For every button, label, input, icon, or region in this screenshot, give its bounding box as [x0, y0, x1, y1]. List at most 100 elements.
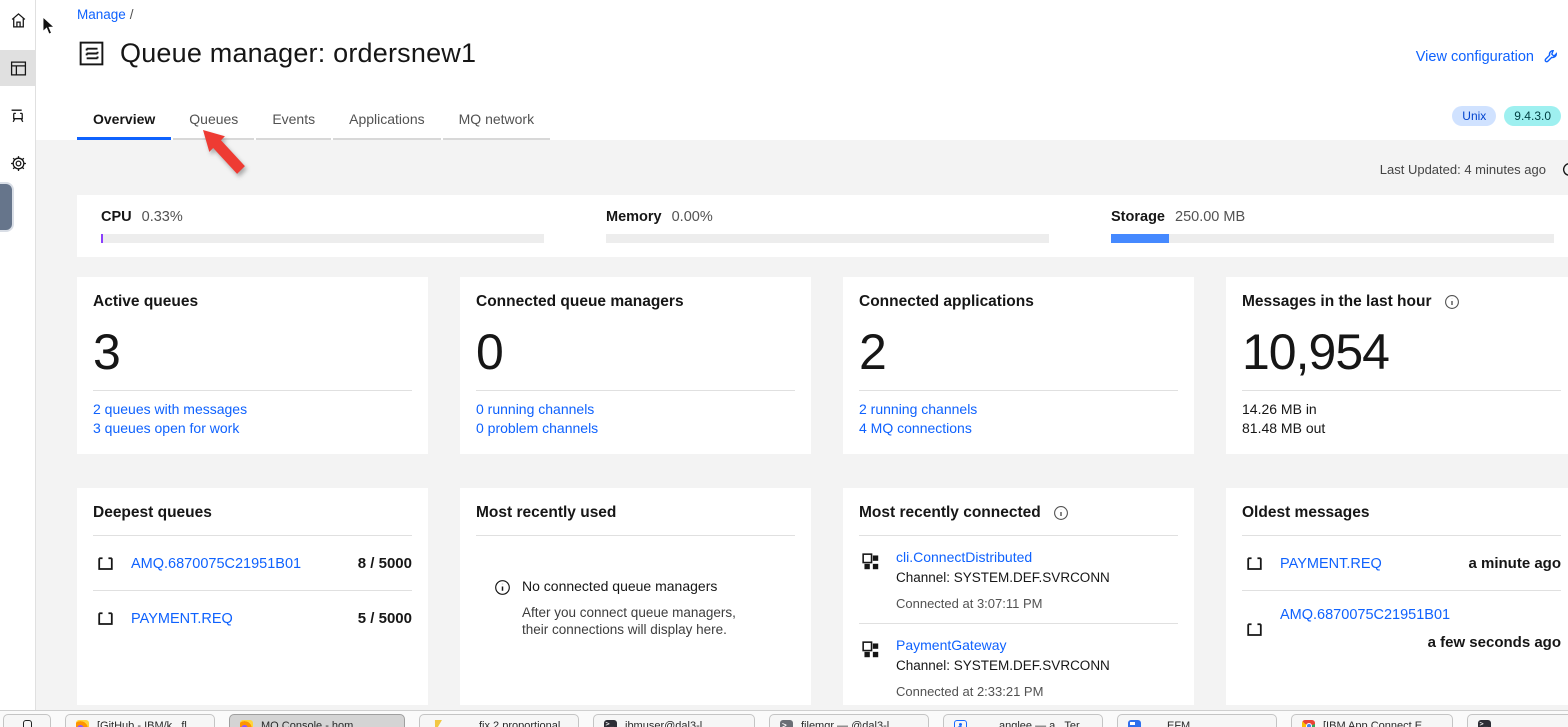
- refresh-icon[interactable]: [1561, 161, 1568, 178]
- os-taskbar: [GitHub - IBM/k...fl... MQ Console - hom…: [0, 710, 1568, 727]
- connected-app-entry: cli.ConnectDistributed Channel: SYSTEM.D…: [859, 536, 1178, 624]
- home-icon[interactable]: [0, 2, 36, 38]
- taskbar-window-mq-console[interactable]: MQ Console - hom...: [229, 714, 405, 727]
- page-header: Manage/ Queue manager: ordersnew1 View c…: [36, 0, 1568, 140]
- connected-at-text: Connected at 3:07:11 PM: [896, 596, 1110, 611]
- empty-state-body: After you connect queue managers, their …: [522, 604, 747, 638]
- terminal-icon: [1478, 720, 1491, 727]
- queue-depth: 5 / 5000: [358, 610, 412, 627]
- terminal-icon: [604, 720, 617, 727]
- message-age: a few seconds ago: [1265, 634, 1561, 651]
- settings-icon[interactable]: [0, 145, 36, 181]
- efm-icon: [1128, 720, 1141, 727]
- mq-connections-link[interactable]: 4 MQ connections: [859, 419, 1178, 438]
- message-age: a minute ago: [1468, 555, 1561, 572]
- card-title: Connected queue managers: [476, 293, 795, 311]
- card-messages-last-hour: Messages in the last hour 10,954 14.26 M…: [1226, 277, 1568, 454]
- channel-text: Channel: SYSTEM.DEF.SVRCONN: [896, 570, 1110, 585]
- mouse-cursor: [42, 16, 56, 36]
- queue-manager-title-icon: [77, 39, 106, 68]
- oldest-message-row: PAYMENT.REQ a minute ago: [1242, 536, 1561, 591]
- queue-link[interactable]: AMQ.6870075C21951B01: [1280, 607, 1561, 623]
- dashboard-icon[interactable]: [0, 50, 36, 86]
- mb-out-stat: 81.48 MB out: [1242, 419, 1561, 438]
- taskbar-window-efm[interactable]: EFM...: [1117, 714, 1277, 727]
- metric-storage: Storage250.00 MB: [1111, 209, 1568, 243]
- taskbar-window-app-connect[interactable]: [IBM App Connect E...: [1291, 714, 1453, 727]
- firefox-icon: [76, 720, 89, 727]
- info-icon[interactable]: [1053, 505, 1069, 521]
- oldest-message-row: AMQ.6870075C21951B01 a few seconds ago: [1242, 591, 1561, 666]
- person-icon: [954, 720, 967, 727]
- card-title: Connected applications: [859, 293, 1178, 311]
- info-icon: [494, 579, 511, 596]
- queues-with-messages-link[interactable]: 2 queues with messages: [93, 400, 412, 419]
- connected-app-entry: PaymentGateway Channel: SYSTEM.DEF.SVRCO…: [859, 624, 1178, 705]
- chrome-icon: [1302, 720, 1315, 727]
- platform-tag: Unix: [1452, 106, 1496, 126]
- card-title: Deepest queues: [93, 504, 412, 522]
- card-title: Messages in the last hour: [1242, 293, 1432, 311]
- taskbar-window-terminal-2[interactable]: [1467, 714, 1568, 727]
- metric-cpu: CPU0.33%: [101, 209, 558, 243]
- page-title: Queue manager: ordersnew1: [120, 38, 476, 69]
- taskbar-window-anglee-terminal[interactable]: anglee — a...Ter...: [943, 714, 1103, 727]
- phone-icon: [23, 720, 32, 727]
- queues-open-for-work-link[interactable]: 3 queues open for work: [93, 419, 412, 438]
- view-configuration-label[interactable]: View configuration: [1416, 49, 1534, 65]
- taskbar-window-terminal-1[interactable]: ibmuser@dal3-l...: [593, 714, 755, 727]
- app-running-channels-link[interactable]: 2 running channels: [859, 400, 1178, 419]
- active-queues-count: 3: [93, 323, 412, 381]
- queue-link[interactable]: AMQ.6870075C21951B01: [131, 556, 301, 572]
- queue-icon: [1244, 618, 1265, 641]
- metric-label: CPU: [101, 209, 132, 225]
- deepest-queue-row: AMQ.6870075C21951B01 8 / 5000: [93, 536, 412, 591]
- taskbar-show-desktop-button[interactable]: [3, 714, 51, 727]
- queue-manager-icon[interactable]: [0, 97, 36, 133]
- tab-overview[interactable]: Overview: [77, 100, 171, 140]
- left-nav-rail: [0, 0, 36, 727]
- metric-value: 250.00 MB: [1175, 209, 1245, 225]
- tab-mq-network[interactable]: MQ network: [443, 100, 550, 140]
- application-icon: [860, 639, 881, 660]
- queue-icon: [95, 552, 116, 575]
- version-tag: 9.4.3.0: [1504, 106, 1561, 126]
- card-most-recently-used: Most recently used No connected queue ma…: [460, 488, 811, 705]
- application-link[interactable]: cli.ConnectDistributed: [896, 549, 1032, 565]
- breadcrumb-manage-link[interactable]: Manage: [77, 7, 126, 22]
- card-title: Active queues: [93, 293, 412, 311]
- card-oldest-messages: Oldest messages PAYMENT.REQ a minute ago…: [1226, 488, 1568, 705]
- taskbar-window-github[interactable]: [GitHub - IBM/k...fl...: [65, 714, 215, 727]
- card-connected-queue-managers: Connected queue managers 0 0 running cha…: [460, 277, 811, 454]
- taskbar-window-filemgr[interactable]: filemgr — @dal3-l...: [769, 714, 929, 727]
- card-title: Most recently connected: [859, 504, 1041, 522]
- floating-panel-edge: [0, 182, 14, 232]
- taskbar-window-editor[interactable]: fix 2 proportional...: [419, 714, 579, 727]
- application-icon: [860, 551, 881, 572]
- memory-progress-bar: [606, 234, 1049, 243]
- problem-channels-link[interactable]: 0 problem channels: [476, 419, 795, 438]
- queue-depth: 8 / 5000: [358, 555, 412, 572]
- last-updated-text: Last Updated: 4 minutes ago: [1380, 162, 1546, 177]
- mb-in-stat: 14.26 MB in: [1242, 400, 1561, 419]
- connected-apps-count: 2: [859, 323, 1178, 381]
- messages-count: 10,954: [1242, 323, 1561, 381]
- card-active-queues: Active queues 3 2 queues with messages 3…: [77, 277, 428, 454]
- empty-state-title: No connected queue managers: [522, 578, 747, 594]
- breadcrumb: Manage/: [77, 7, 134, 22]
- running-channels-link[interactable]: 0 running channels: [476, 400, 795, 419]
- cpu-progress-bar: [101, 234, 544, 243]
- tab-bar: Overview Queues Events Applications MQ n…: [77, 100, 550, 140]
- tab-applications[interactable]: Applications: [333, 100, 441, 140]
- storage-progress-bar: [1111, 234, 1554, 243]
- wrench-icon: [1543, 48, 1560, 65]
- red-annotation-arrow: [191, 121, 253, 183]
- info-icon[interactable]: [1444, 294, 1460, 310]
- tab-events[interactable]: Events: [256, 100, 331, 140]
- view-configuration[interactable]: View configuration: [1416, 48, 1560, 65]
- queue-link[interactable]: PAYMENT.REQ: [1280, 556, 1382, 572]
- empty-state: No connected queue managers After you co…: [476, 578, 795, 638]
- application-link[interactable]: PaymentGateway: [896, 637, 1007, 653]
- card-connected-applications: Connected applications 2 2 running chann…: [843, 277, 1194, 454]
- queue-link[interactable]: PAYMENT.REQ: [131, 611, 233, 627]
